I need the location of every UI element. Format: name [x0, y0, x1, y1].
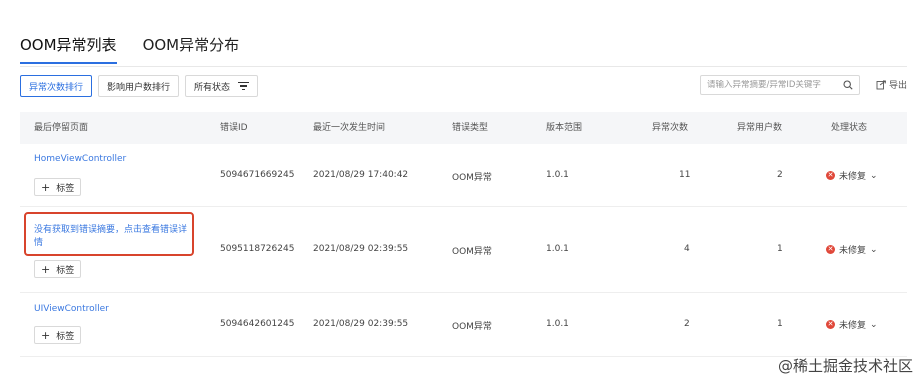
version-range: 1.0.1: [546, 244, 569, 254]
plus-icon: +: [41, 328, 51, 342]
search-box: [700, 75, 860, 95]
status-label: 未修复: [839, 321, 867, 331]
tab-oom-distribution[interactable]: OOM异常分布: [143, 34, 240, 64]
last-page-link[interactable]: HomeViewController: [34, 154, 126, 164]
column-header-version[interactable]: 版本范围: [546, 112, 582, 144]
add-tag-label: 标签: [56, 183, 75, 194]
table-header: 最后停留页面 错误ID 最近一次发生时间 错误类型 版本范围 异常次数 异常用户…: [20, 112, 907, 144]
error-id: 5095118726245: [220, 244, 295, 254]
column-header-last-page[interactable]: 最后停留页面: [34, 112, 88, 144]
error-status-icon: ✕: [826, 245, 835, 254]
column-header-last-time[interactable]: 最近一次发生时间: [313, 112, 385, 144]
column-header-error-id[interactable]: 错误ID: [220, 112, 248, 144]
affected-users: 2: [777, 170, 783, 180]
table-row: HomeViewController + 标签 5094671669245 202…: [20, 144, 907, 207]
error-id: 5094642601245: [220, 319, 295, 329]
sort-by-users-button[interactable]: 影响用户数排行: [98, 75, 180, 97]
status-filter-button[interactable]: 所有状态: [185, 75, 259, 97]
affected-users: 1: [777, 244, 783, 254]
sort-by-count-label: 异常次数排行: [29, 82, 84, 93]
status-label: 未修复: [839, 246, 867, 256]
export-icon: [876, 79, 886, 89]
last-page-link[interactable]: UIViewController: [34, 304, 109, 314]
add-tag-button[interactable]: + 标签: [34, 326, 82, 344]
toolbar: 异常次数排行 影响用户数排行 所有状态: [20, 75, 259, 97]
version-range: 1.0.1: [546, 170, 569, 180]
add-tag-label: 标签: [56, 265, 75, 276]
add-tag-button[interactable]: + 标签: [34, 260, 82, 278]
column-header-error-type[interactable]: 错误类型: [452, 112, 488, 144]
error-count: 4: [684, 244, 690, 254]
error-count: 2: [684, 319, 690, 329]
last-time: 2021/08/29 17:40:42: [313, 170, 409, 180]
export-button[interactable]: 导出: [876, 78, 907, 91]
error-type: OOM异常: [452, 247, 492, 257]
status-dropdown[interactable]: ✕ 未修复 ⌄: [826, 243, 878, 256]
status-filter-label: 所有状态: [194, 82, 231, 93]
last-time: 2021/08/29 02:39:55: [313, 319, 409, 329]
affected-users: 1: [777, 319, 783, 329]
error-count: 11: [679, 170, 691, 180]
sort-by-count-button[interactable]: 异常次数排行: [20, 75, 93, 97]
error-summary-link[interactable]: 没有获取到错误摘要，点击查看错误详: [34, 222, 187, 235]
export-label: 导出: [889, 81, 908, 91]
column-header-users[interactable]: 异常用户数: [737, 112, 782, 144]
last-time: 2021/08/29 02:39:55: [313, 244, 409, 254]
tab-divider: [20, 66, 907, 67]
table-row: UIViewController + 标签 5094642601245 2021/…: [20, 292, 907, 357]
error-type: OOM异常: [452, 322, 492, 332]
search-icon[interactable]: [843, 80, 853, 90]
add-tag-button[interactable]: + 标签: [34, 178, 82, 196]
status-label: 未修复: [839, 172, 867, 182]
search-input[interactable]: [707, 80, 837, 90]
sort-by-users-label: 影响用户数排行: [107, 82, 171, 93]
error-status-icon: ✕: [826, 171, 835, 180]
watermark: @稀土掘金技术社区: [777, 357, 913, 375]
status-dropdown[interactable]: ✕ 未修复 ⌄: [826, 318, 878, 331]
filter-icon: [238, 82, 250, 90]
version-range: 1.0.1: [546, 319, 569, 329]
error-summary-link-cont[interactable]: 情: [34, 235, 43, 248]
chevron-down-icon: ⌄: [870, 170, 878, 181]
plus-icon: +: [41, 180, 51, 194]
tab-oom-list[interactable]: OOM异常列表: [20, 34, 117, 64]
add-tag-label: 标签: [56, 331, 75, 342]
tab-bar: OOM异常列表 OOM异常分布: [20, 34, 239, 66]
column-header-count[interactable]: 异常次数: [652, 112, 688, 144]
status-dropdown[interactable]: ✕ 未修复 ⌄: [826, 169, 878, 182]
column-header-status[interactable]: 处理状态: [831, 112, 867, 144]
chevron-down-icon: ⌄: [870, 244, 878, 255]
error-status-icon: ✕: [826, 320, 835, 329]
error-id: 5094671669245: [220, 170, 295, 180]
plus-icon: +: [41, 262, 51, 276]
error-type: OOM异常: [452, 173, 492, 183]
chevron-down-icon: ⌄: [870, 319, 878, 330]
table-row: 没有获取到错误摘要，点击查看错误详 情 + 标签 5095118726245 20…: [20, 206, 907, 293]
